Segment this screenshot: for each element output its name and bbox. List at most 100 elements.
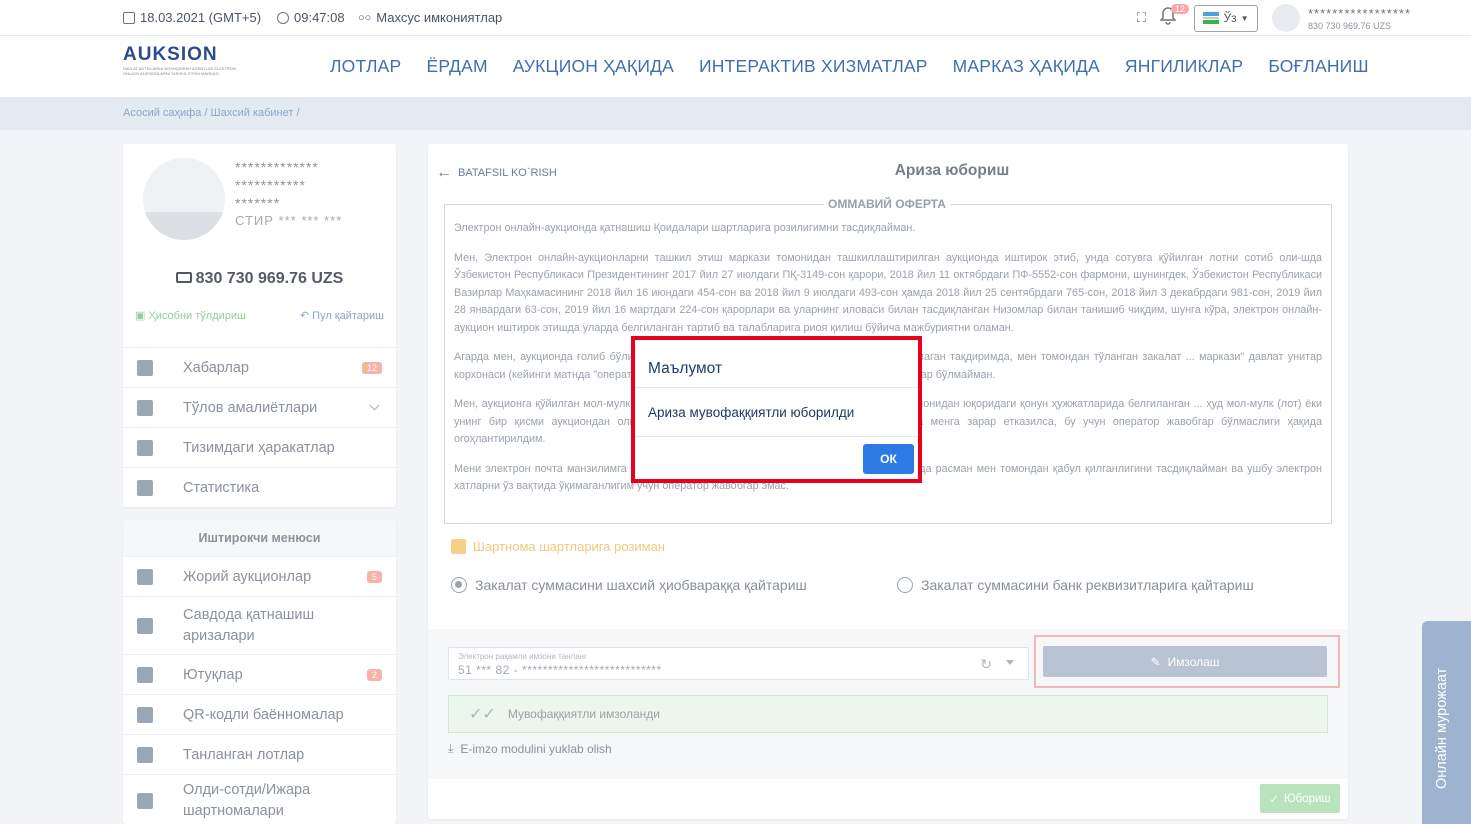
- eimzo-download-link[interactable]: ⤓ E-imzo modulini yuklab olish: [448, 741, 612, 756]
- ok-button[interactable]: ОК: [863, 444, 914, 474]
- sidebar-item-label: Савдода қатнашиш аризалари: [183, 606, 315, 644]
- offer-title: ОММАВИЙ ОФЕРТА: [824, 197, 950, 211]
- sidebar-item-label: Хабарлар: [183, 359, 249, 376]
- trophy-icon: [137, 666, 153, 683]
- wallet-icon: [175, 272, 192, 283]
- breadcrumb[interactable]: Асосий саҳифа / Шахсий кабинет /: [0, 98, 1471, 130]
- sidebar-item-applications[interactable]: Савдода қатнашиш аризалари: [123, 596, 396, 654]
- sidebar-item-messages[interactable]: Хабарлар 12: [123, 347, 396, 387]
- success-text: Мувофаққиятли имзоланди: [507, 707, 660, 721]
- nav-about-auction[interactable]: АУКЦИОН ҲАҚИДА: [513, 56, 674, 77]
- nav-help[interactable]: ЁРДАМ: [426, 56, 487, 77]
- user-menu[interactable]: ***************** 830 730 969.76 UZS: [1271, 4, 1411, 32]
- participant-menu-title: Иштирокчи менюси: [123, 520, 396, 556]
- clock-icon: [277, 11, 289, 24]
- stir-number: СТИР *** *** ***: [235, 213, 343, 228]
- sidebar-item-label: Танланган лотлар: [183, 746, 305, 763]
- user-balance: 830 730 969.76 UZS: [1307, 20, 1392, 31]
- online-request-tab[interactable]: Онлайн мурожаат: [1422, 621, 1471, 824]
- star-icon: [137, 746, 153, 763]
- sidebar-item-favorite-lots[interactable]: Танланган лотлар: [123, 734, 396, 774]
- sidebar-item-current-auctions[interactable]: Жорий аукционлар 5: [123, 556, 396, 596]
- balance-actions: ▣ Ҳисобни тўлдириш ↶ Пул қайтариш: [135, 309, 384, 322]
- language-label: Ўз: [1223, 11, 1237, 25]
- checkbox-checked-icon: [451, 539, 466, 554]
- agree-label: Шартнома шартларига розиман: [473, 539, 665, 554]
- topup-button[interactable]: ▣ Ҳисобни тўлдириш: [135, 309, 246, 322]
- success-alert: ✓✓ Мувофаққиятли имзоланди: [448, 695, 1328, 733]
- time-text: 09:47:08: [294, 10, 345, 25]
- agree-checkbox[interactable]: Шартнома шартларига розиман: [451, 539, 665, 554]
- sidebar-item-statistics[interactable]: Статистика: [123, 467, 396, 507]
- uzbekistan-flag-icon: [1203, 12, 1220, 24]
- messages-icon: [137, 359, 153, 376]
- signature-select[interactable]: Электрон рақамли имзони танланг 51 *** 8…: [448, 647, 1029, 680]
- calendar-icon: [123, 11, 135, 24]
- info-dialog: Маълумот Ариза мувофаққиятли юборилди ОК: [631, 336, 922, 483]
- account-balance: 830 730 969.76 UZS: [123, 270, 396, 288]
- list-icon: [137, 439, 153, 456]
- radio-bank-details[interactable]: Закалат суммасини банк реквизитларига қа…: [897, 577, 1254, 593]
- sidebar-item-qr-protocols[interactable]: QR-кодли баённомалар: [123, 694, 396, 734]
- sidebar-item-wins[interactable]: Ютуқлар 2: [123, 654, 396, 694]
- refund-button[interactable]: ↶ Пул қайтариш: [300, 309, 384, 322]
- notification-badge: 12: [1170, 4, 1189, 14]
- submit-label: Юбориш: [1283, 792, 1331, 805]
- balance-value: 830 730 969.76 UZS: [195, 270, 344, 287]
- date-text: 18.03.2021 (GMT+5): [140, 10, 262, 25]
- user-name: *****************: [1307, 5, 1411, 21]
- chevron-down-icon: [369, 400, 380, 411]
- nav-interactive-services[interactable]: ИНТЕРАКТИВ ХИЗМАТЛАР: [699, 56, 928, 77]
- signature-section: Электрон рақамли имзони танланг 51 *** 8…: [428, 629, 1348, 779]
- radio-unselected-icon: [897, 577, 913, 593]
- logo[interactable]: AUKSION DAVLAT AKTIVLARINI BOSHQARISH AG…: [123, 44, 248, 88]
- sidebar-item-label: Олди-сотди/Ижара шартномалари: [183, 781, 311, 819]
- edit-icon: [137, 617, 153, 634]
- top-bar: 18.03.2021 (GMT+5) 09:47:08 ○○ Махсус им…: [0, 0, 1471, 36]
- dialog-message: Ариза мувофаққиятли юборилди: [635, 388, 918, 437]
- radio-label: Закалат суммасини шахсий ҳиобвараққа қай…: [475, 577, 807, 593]
- sidebar-item-payments[interactable]: Тўлов амалиётлари: [123, 387, 396, 427]
- special-features-link[interactable]: ○○ Махсус имкониятлар: [358, 10, 502, 25]
- profile-line-2: ***********: [235, 177, 306, 193]
- payment-icon: [137, 399, 153, 416]
- offer-paragraph: Электрон онлайн-аукционда қатнашиш Қоида…: [454, 222, 916, 234]
- notifications-button[interactable]: 12: [1159, 4, 1189, 29]
- nav-about-center[interactable]: МАРКАЗ ҲАҚИДА: [953, 56, 1100, 77]
- sidebar-item-label: Жорий аукционлар: [183, 568, 312, 585]
- refresh-icon[interactable]: ↻: [980, 656, 992, 673]
- qr-code-icon: [137, 706, 153, 723]
- logo-subtitle: DAVLAT AKTIVLARINI BOSHQARISH AGENTLIGI …: [123, 66, 236, 76]
- profile-panel: ************* *********** ******* СТИР *…: [123, 144, 396, 507]
- sign-button-label: Имзолаш: [1167, 654, 1220, 669]
- sidebar-item-label: Тизимдаги ҳаракатлар: [183, 439, 335, 456]
- radio-personal-account[interactable]: Закалат суммасини шахсий ҳиобвараққа қай…: [451, 577, 807, 593]
- nav-lots[interactable]: ЛОТЛАР: [330, 56, 401, 77]
- check-icon: ✓: [1269, 793, 1279, 806]
- profile-info: ************* *********** ******* СТИР *…: [235, 158, 342, 230]
- sidebar-item-system-actions[interactable]: Тизимдаги ҳаракатлар: [123, 427, 396, 467]
- offer-paragraph: Мен, Электрон онлайн-аукционларни ташкил…: [454, 251, 1322, 334]
- submit-button[interactable]: ✓ Юбориш: [1260, 784, 1340, 813]
- date-display: 18.03.2021 (GMT+5): [123, 10, 261, 25]
- page-title: Ариза юбориш: [894, 162, 1010, 179]
- profile-avatar[interactable]: [143, 158, 225, 240]
- avatar: [1271, 4, 1300, 32]
- chart-icon: [137, 479, 153, 496]
- time-display: 09:47:08: [277, 10, 345, 25]
- eimzo-label: E-imzo modulini yuklab olish: [460, 741, 612, 756]
- sidebar-item-contracts[interactable]: Олди-сотди/Ижара шартномалари: [123, 774, 396, 824]
- top-bar-right: ⛶ 12 Ўз ▼ ***************** 830 730 969.…: [1137, 4, 1411, 32]
- sign-button[interactable]: ✎ Имзолаш: [1043, 646, 1327, 677]
- refund-label: Пул қайтариш: [312, 310, 384, 322]
- radio-selected-icon: [451, 577, 467, 593]
- sidebar-item-label: Статистика: [183, 479, 260, 496]
- double-check-icon: ✓✓: [469, 706, 496, 723]
- sidebar-item-label: Тўлов амалиётлари: [183, 399, 318, 416]
- profile-line-1: *************: [235, 159, 319, 175]
- caret-down-icon: ▼: [1240, 13, 1249, 23]
- fullscreen-icon[interactable]: ⛶: [1137, 10, 1146, 26]
- nav-contact[interactable]: БОҒЛАНИШ: [1268, 56, 1368, 77]
- language-select[interactable]: Ўз ▼: [1193, 4, 1258, 32]
- nav-news[interactable]: ЯНГИЛИКЛАР: [1125, 56, 1243, 77]
